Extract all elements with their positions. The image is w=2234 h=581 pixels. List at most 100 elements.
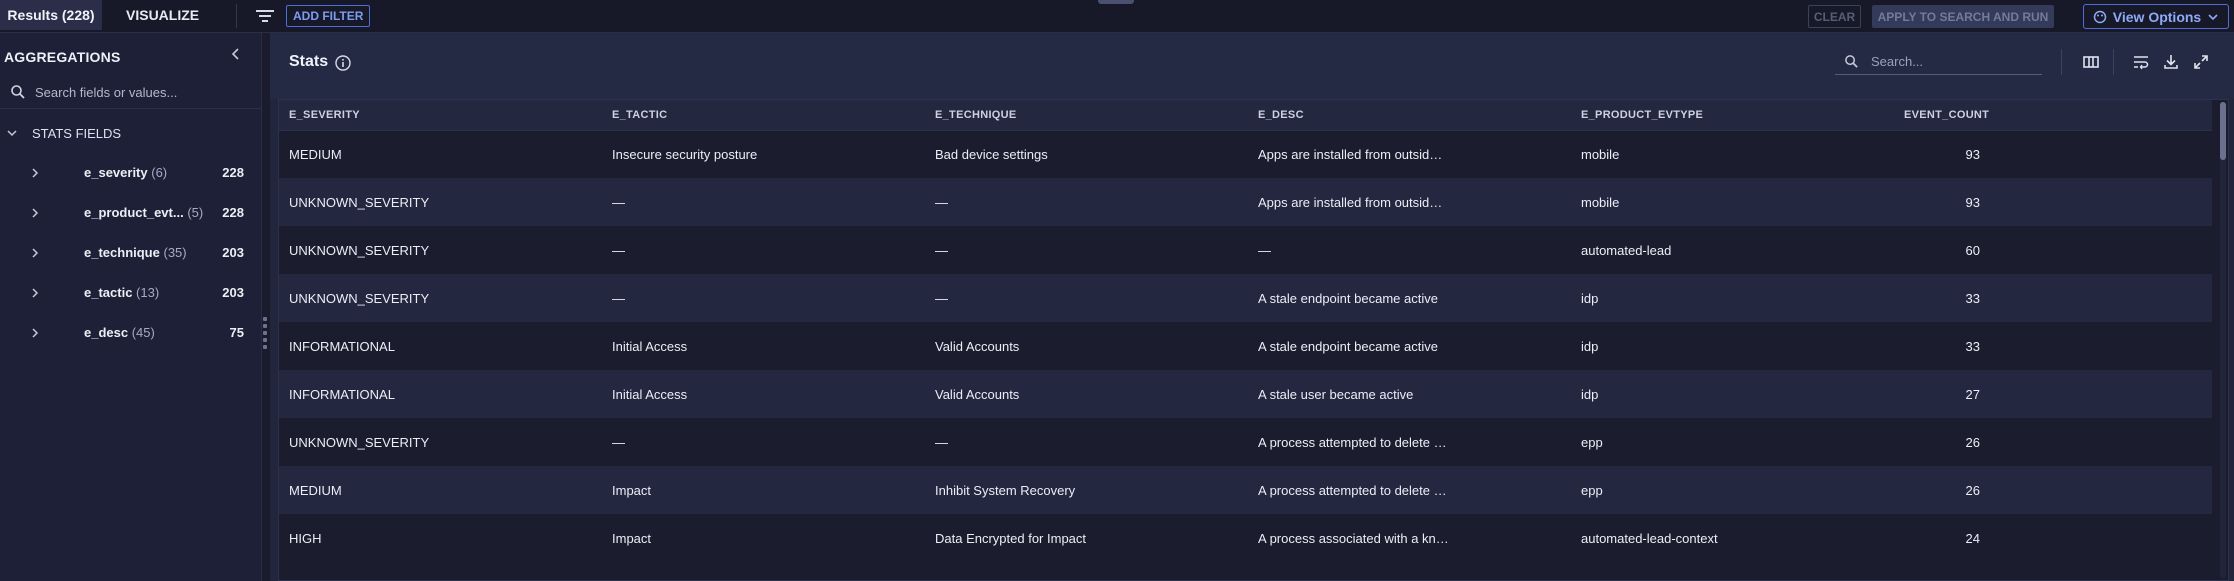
- cell-product-evtype: epp: [1571, 418, 1894, 466]
- table-header-row: E_SEVERITY E_TACTIC E_TECHNIQUE E_DESC E…: [279, 100, 2212, 131]
- cell-product-evtype: epp: [1571, 466, 1894, 514]
- cell-product-evtype: mobile: [1571, 178, 1894, 226]
- cell-desc: A stale user became active: [1248, 370, 1571, 418]
- column-header-e-desc[interactable]: E_DESC: [1248, 100, 1571, 131]
- cell-desc: A stale endpoint became active: [1248, 274, 1571, 322]
- column-header-e-product-evtype[interactable]: E_PRODUCT_EVTYPE: [1571, 100, 1894, 131]
- field-name: e_desc (45): [84, 325, 155, 340]
- expand-icon[interactable]: [2192, 53, 2210, 71]
- search-icon: [11, 85, 25, 99]
- cell-technique: —: [925, 418, 1248, 466]
- cell-desc: A process attempted to delete a Volume S…: [1248, 466, 1571, 514]
- field-row-e-tactic[interactable]: e_tactic (13) 203: [0, 281, 262, 305]
- tab-visualize[interactable]: VISUALIZE: [126, 0, 199, 30]
- column-header-e-technique[interactable]: E_TECHNIQUE: [925, 100, 1248, 131]
- search-icon: [1845, 55, 1858, 68]
- info-circle-icon[interactable]: [334, 54, 352, 72]
- sidebar-resize-handle[interactable]: [262, 317, 268, 349]
- chevron-right-icon[interactable]: [28, 326, 42, 340]
- table-row[interactable]: MEDIUM Insecure security posture Bad dev…: [279, 130, 2212, 178]
- cell-tactic: Impact: [602, 466, 925, 514]
- column-header-e-tactic[interactable]: E_TACTIC: [602, 100, 925, 131]
- top-bar: Results (228) VISUALIZE ADD FILTER CLEAR…: [0, 0, 2234, 33]
- table-row[interactable]: INFORMATIONAL Initial Access Valid Accou…: [279, 370, 2212, 418]
- cell-product-evtype: automated-lead-context: [1571, 514, 1894, 562]
- cell-desc: A process attempted to delete a Volume S…: [1248, 418, 1571, 466]
- field-total: 228: [222, 165, 244, 180]
- table-row[interactable]: HIGH Impact Data Encrypted for Impact A …: [279, 514, 2212, 562]
- cell-technique: Data Encrypted for Impact: [925, 514, 1248, 562]
- chevron-right-icon[interactable]: [28, 206, 42, 220]
- field-name: e_tactic (13): [84, 285, 160, 300]
- columns-icon[interactable]: [2082, 53, 2100, 71]
- field-value-count: (6): [151, 165, 168, 180]
- field-total: 203: [222, 245, 244, 260]
- add-filter-button[interactable]: ADD FILTER: [286, 5, 371, 27]
- cell-severity: UNKNOWN_SEVERITY: [279, 178, 602, 226]
- cell-tactic: —: [602, 274, 925, 322]
- field-value-count: (5): [187, 205, 204, 220]
- wrap-text-icon[interactable]: [2132, 53, 2150, 71]
- chevron-left-icon[interactable]: [228, 46, 244, 62]
- cell-desc: Apps are installed from outside the Play…: [1248, 130, 1571, 178]
- stats-fields-header[interactable]: STATS FIELDS: [0, 121, 262, 145]
- divider: [2113, 49, 2114, 75]
- table-row[interactable]: UNKNOWN_SEVERITY — — — automated-lead 60: [279, 226, 2212, 274]
- apply-to-search-button[interactable]: APPLY TO SEARCH AND RUN: [1872, 5, 2054, 28]
- divider: [236, 4, 237, 28]
- field-row-e-technique[interactable]: e_technique (35) 203: [0, 241, 262, 265]
- cell-tactic: Insecure security posture: [602, 130, 925, 178]
- cell-severity: MEDIUM: [279, 466, 602, 514]
- field-row-e-product-evtype[interactable]: e_product_evt... (5) 228: [0, 201, 262, 225]
- cell-technique: —: [925, 274, 1248, 322]
- chevron-right-icon[interactable]: [28, 246, 42, 260]
- cell-desc: Apps are installed from outside the Play…: [1248, 178, 1571, 226]
- cell-severity: UNKNOWN_SEVERITY: [279, 274, 602, 322]
- cell-desc: A process associated with a known ransom…: [1248, 514, 1571, 562]
- field-total: 228: [222, 205, 244, 220]
- cell-product-evtype: automated-lead: [1571, 226, 1894, 274]
- cell-event-count: 60: [1894, 226, 2212, 274]
- cell-event-count: 93: [1894, 178, 2212, 226]
- table-row[interactable]: MEDIUM Impact Inhibit System Recovery A …: [279, 466, 2212, 514]
- download-icon[interactable]: [2162, 53, 2180, 71]
- table-row[interactable]: UNKNOWN_SEVERITY — — A stale endpoint be…: [279, 274, 2212, 322]
- field-name: e_technique (35): [84, 245, 187, 260]
- chevron-right-icon[interactable]: [28, 166, 42, 180]
- cell-event-count: 27: [1894, 370, 2212, 418]
- view-options-button[interactable]: View Options: [2083, 4, 2229, 29]
- scrollbar-thumb[interactable]: [2220, 102, 2226, 160]
- chevron-down-icon: [7, 130, 17, 137]
- tab-results[interactable]: Results (228): [0, 0, 102, 30]
- cell-tactic: Initial Access: [602, 370, 925, 418]
- table-row[interactable]: UNKNOWN_SEVERITY — — Apps are installed …: [279, 178, 2212, 226]
- column-header-event-count[interactable]: EVENT_COUNT: [1894, 100, 2212, 131]
- cell-technique: Valid Accounts: [925, 322, 1248, 370]
- palette-icon: [2093, 10, 2107, 23]
- cell-product-evtype: idp: [1571, 322, 1894, 370]
- table-scrollbar[interactable]: [2220, 102, 2226, 578]
- clear-button[interactable]: CLEAR: [1808, 5, 1861, 28]
- field-total: 75: [229, 325, 244, 340]
- table-row[interactable]: INFORMATIONAL Initial Access Valid Accou…: [279, 322, 2212, 370]
- cell-event-count: 33: [1894, 274, 2212, 322]
- cell-product-evtype: mobile: [1571, 130, 1894, 178]
- sidebar-search-input[interactable]: [35, 81, 245, 103]
- filter-lines-icon[interactable]: [255, 7, 275, 25]
- cell-tactic: Impact: [602, 514, 925, 562]
- chevron-right-icon[interactable]: [28, 286, 42, 300]
- panel-drag-handle[interactable]: [1098, 0, 1134, 4]
- cell-tactic: —: [602, 178, 925, 226]
- table-row[interactable]: UNKNOWN_SEVERITY — — A process attempted…: [279, 418, 2212, 466]
- cell-event-count: 93: [1894, 130, 2212, 178]
- field-value-count: (35): [163, 245, 187, 260]
- stats-search-input[interactable]: [1871, 51, 2031, 71]
- stats-title: Stats: [289, 53, 329, 70]
- divider: [2061, 49, 2062, 75]
- column-header-e-severity[interactable]: E_SEVERITY: [279, 100, 602, 131]
- aggregations-sidebar: AGGREGATIONS STATS FIELDS e_severity (6)…: [0, 33, 262, 581]
- field-name: e_severity (6): [84, 165, 168, 180]
- field-name: e_product_evt... (5): [84, 205, 204, 220]
- field-row-e-desc[interactable]: e_desc (45) 75: [0, 321, 262, 345]
- field-row-e-severity[interactable]: e_severity (6) 228: [0, 161, 262, 185]
